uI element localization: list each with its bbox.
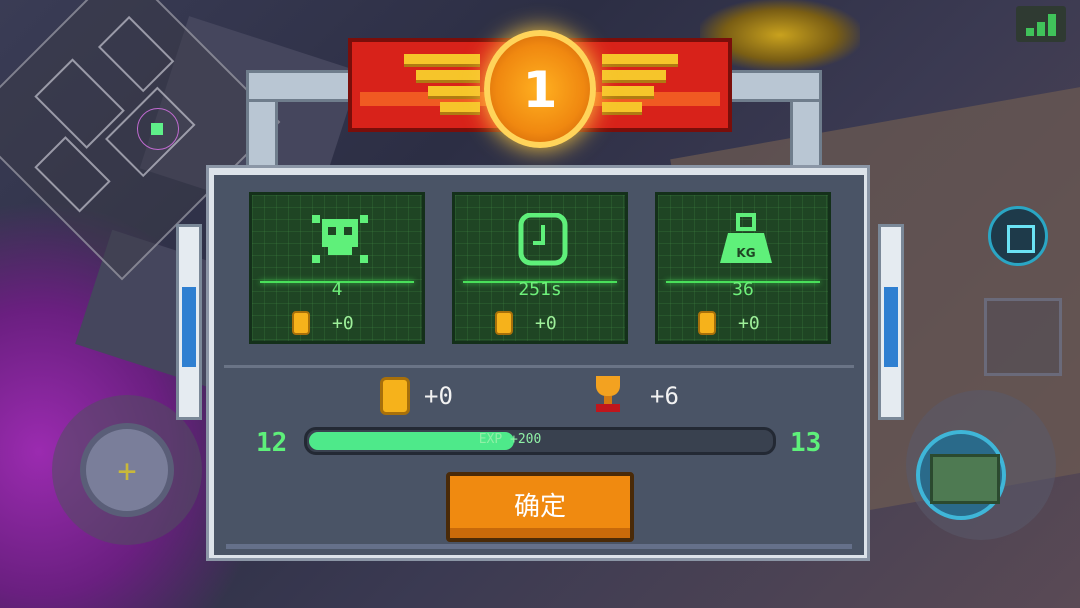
coin-icon: [698, 311, 716, 335]
total-coins: +0: [424, 382, 453, 410]
trophy-icon: [590, 376, 626, 414]
rank-banner: 1: [348, 30, 732, 156]
next-level: 13: [790, 428, 822, 458]
current-level: 12: [256, 428, 288, 458]
weight-coin-reward: +0: [698, 311, 760, 335]
stat-weight: KG 36 +0: [655, 192, 831, 344]
weight-icon: KG: [658, 213, 828, 267]
aim-target-button[interactable]: [988, 206, 1048, 266]
time-coin-reward: +0: [495, 311, 557, 335]
skull-icon: [252, 213, 422, 267]
right-wing-icon: [598, 54, 678, 115]
clock-icon: [455, 212, 625, 267]
rank-medal: 1: [484, 30, 596, 148]
minimap-room: [34, 136, 111, 213]
minimap-room: [97, 15, 175, 93]
frame-pillar-right: [878, 224, 904, 420]
confirm-button[interactable]: 确定: [446, 472, 634, 542]
pipe-top-right: [720, 70, 822, 102]
joystick-knob[interactable]: +: [80, 423, 174, 517]
minimap-player-icon: [137, 108, 179, 150]
skill-slot-button[interactable]: [984, 298, 1062, 376]
coin-icon: [380, 377, 410, 415]
plus-icon: +: [117, 452, 137, 490]
stat-kills: 4 +0: [249, 192, 425, 344]
weapon-button[interactable]: [916, 430, 1006, 520]
weight-value: 36: [732, 279, 754, 300]
kills-value: 4: [331, 279, 343, 300]
time-value: 251s: [518, 279, 562, 300]
tank-weapon-icon: [930, 454, 1000, 504]
left-wing-icon: [404, 54, 484, 115]
kills-coin-reward: +0: [292, 311, 354, 335]
coin-icon: [292, 311, 310, 335]
rank-number: 1: [522, 61, 558, 119]
pipe-top-left: [246, 70, 356, 102]
attack-joystick[interactable]: [906, 390, 1056, 540]
panel-divider: [224, 365, 854, 368]
weight-icon-label: KG: [736, 246, 755, 260]
total-trophies: +6: [650, 382, 679, 410]
panel-bottom-strip: [226, 544, 852, 549]
signal-strength-icon: [1016, 6, 1066, 42]
frame-pillar-left: [176, 224, 202, 420]
stat-time: 251s +0: [452, 192, 628, 344]
exp-label: EXP +200: [478, 432, 542, 447]
coin-icon: [495, 311, 513, 335]
exp-progress-bar: EXP +200: [304, 427, 776, 455]
